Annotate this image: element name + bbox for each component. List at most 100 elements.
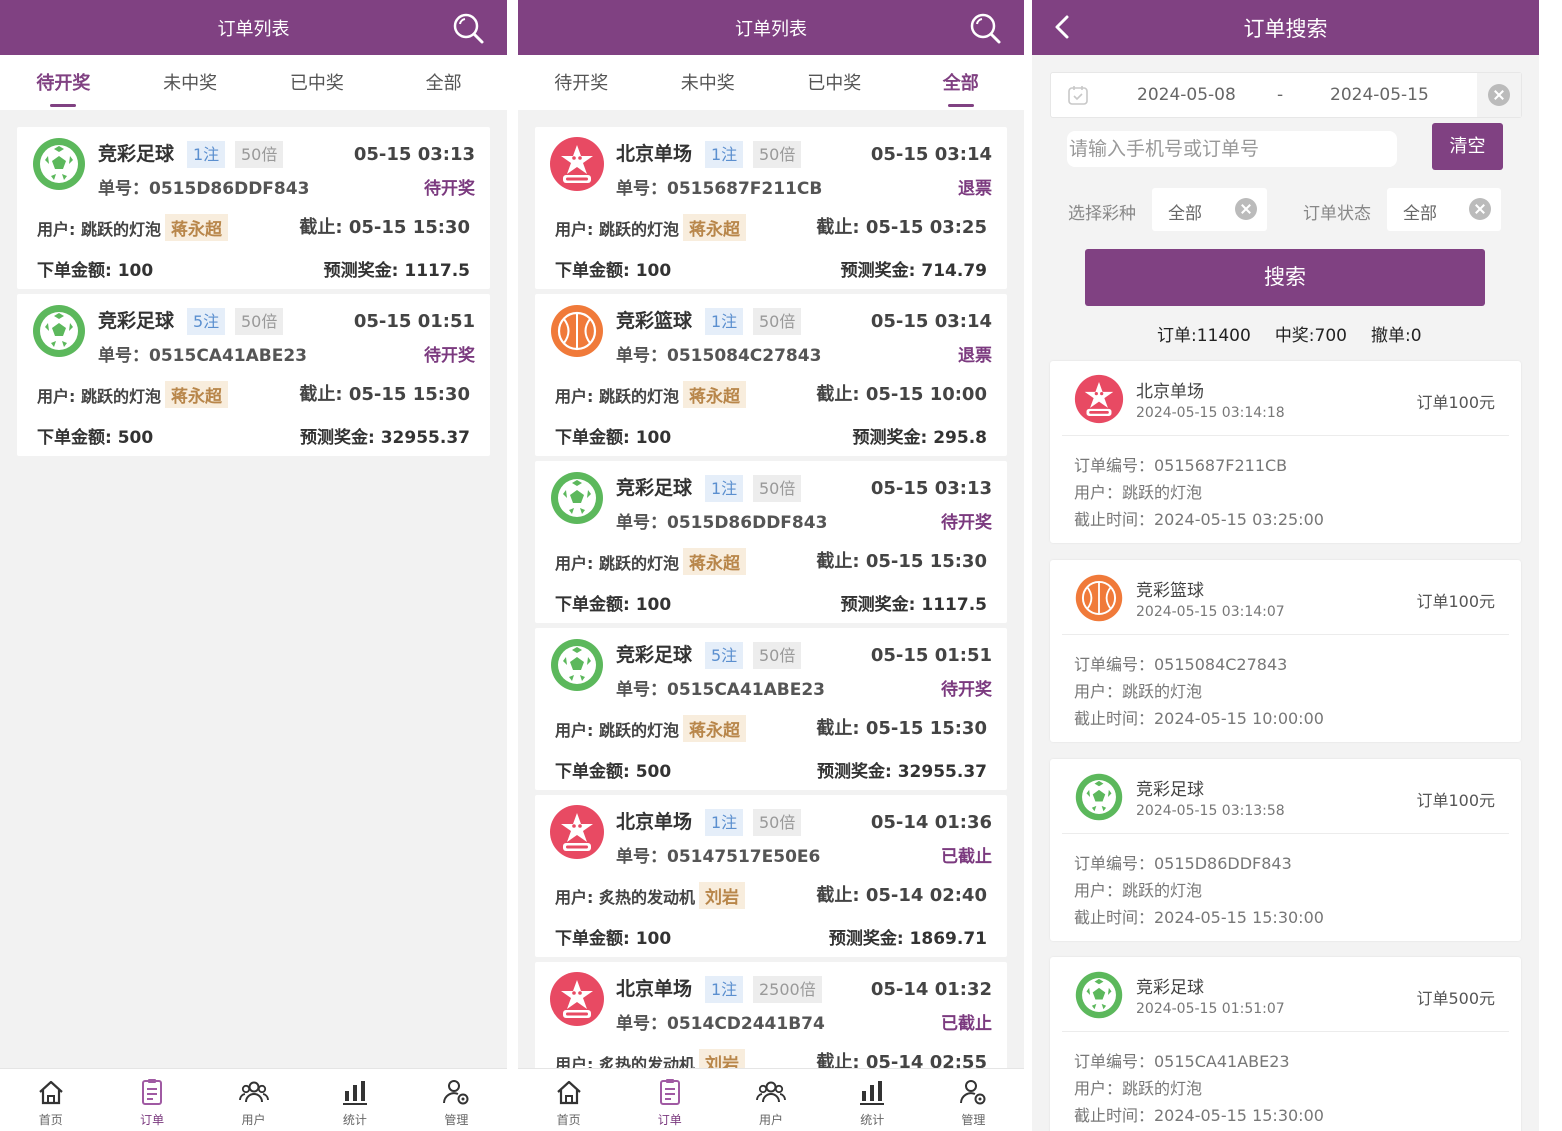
cancel-count: 撤单:0 [1371, 326, 1422, 346]
search-icon[interactable] [451, 11, 485, 45]
nav-item-home[interactable]: 首页 [0, 1069, 101, 1131]
status-badge: 待开奖 [941, 513, 992, 533]
divider [1062, 435, 1509, 436]
tab-all[interactable]: 全部 [380, 55, 507, 110]
nav-item-users[interactable]: 用户 [203, 1069, 304, 1131]
order-icon [659, 1079, 680, 1105]
predicted-prize: 预测奖金: 714.79 [840, 261, 987, 281]
football-icon [33, 138, 85, 190]
status-tabs: 待开奖 未中奖 已中奖 全部 [518, 55, 1024, 110]
nav-item-users[interactable]: 用户 [720, 1069, 821, 1131]
order-deadline: 截止: 05-15 03:25 [816, 217, 987, 238]
lottery-logo [1074, 374, 1124, 424]
lottery-logo [549, 136, 605, 192]
tab-all[interactable]: 全部 [898, 55, 1025, 110]
order-number: 单号：0514CD2441B74 [616, 1014, 825, 1034]
date-range-picker[interactable]: 2024-05-08 - 2024-05-15 [1050, 72, 1522, 118]
nav-item-stats[interactable]: 统计 [822, 1069, 923, 1131]
tab-pending[interactable]: 待开奖 [0, 55, 127, 110]
order-card[interactable]: 竞彩足球 1注 50倍 05-15 03:13 单号：0515D86DDF843 待开奖用… [535, 461, 1007, 623]
user-name: 用户: 跳跃的灯泡 [37, 386, 161, 406]
home-icon [556, 1080, 581, 1105]
result-card[interactable]: 竞彩足球 2024-05-15 01:51:07 订单500元 订单编号：0515CA… [1050, 957, 1521, 1131]
order-card[interactable]: 竞彩篮球 1注 50倍 05-15 03:14 单号：0515084C27843 退票 用户… [535, 294, 1007, 456]
lottery-logo [549, 470, 605, 526]
nav-item-stats[interactable]: 统计 [304, 1069, 405, 1131]
nav-item-manage[interactable]: 管理 [406, 1069, 507, 1131]
status-badge: 已截止 [941, 847, 992, 867]
order-user: 用户：跳跃的灯泡 [1074, 1079, 1203, 1098]
order-card[interactable]: 竞彩足球 1注 50倍 05-15 03:13 单号：0515D86DDF843 待开奖用… [17, 127, 490, 289]
bet-count-badge: 5注 [705, 642, 744, 669]
divider [1062, 634, 1509, 635]
order-time: 05-14 01:32 [870, 979, 992, 1000]
order-time: 2024-05-15 03:13:58 [1136, 803, 1285, 819]
order-list-panel-all: 订单列表 待开奖 未中奖 已中奖 全部 北京单场 1注 50倍 05-15 03:14… [518, 0, 1024, 1131]
nav-label: 订单 [657, 1113, 682, 1127]
status-select[interactable]: 全部 [1387, 188, 1501, 231]
order-count: 订单:11400 [1157, 326, 1251, 346]
order-search-panel: 订单搜索 2024-05-08 - 2024-05-15 清空 选择彩种 全部 … [1032, 0, 1539, 1131]
order-card[interactable]: 北京单场 1注 50倍 05-14 01:36 单号：05147517E50E6 已截止用… [535, 795, 1007, 957]
search-stats: 订单:11400 中奖:700 撤单:0 [1157, 321, 1422, 346]
tab-won[interactable]: 已中奖 [771, 55, 898, 110]
order-card[interactable]: 竞彩足球 5注 50倍 05-15 01:51 单号：0515CA41ABE23 待开奖用… [535, 628, 1007, 790]
order-amount: 订单100元 [1416, 791, 1495, 810]
order-list-panel-pending: 订单列表 待开奖 未中奖 已中奖 全部 竞彩足球 1注 50倍 05-15 03:13… [0, 0, 507, 1131]
multiplier-badge: 50倍 [753, 475, 802, 502]
lottery-select[interactable]: 全部 [1152, 188, 1267, 231]
back-arrow-icon[interactable] [1050, 13, 1074, 41]
date-clear-button[interactable] [1477, 73, 1521, 117]
lottery-name: 竞彩足球 [1136, 780, 1204, 800]
agent-tag: 蒋永超 [682, 715, 746, 742]
order-card[interactable]: 竞彩足球 5注 50倍 05-15 01:51 单号：0515CA41ABE23 待开奖用… [17, 294, 490, 456]
order-amount: 订单100元 [1416, 393, 1495, 412]
tab-won[interactable]: 已中奖 [254, 55, 381, 110]
order-time: 05-15 03:13 [870, 478, 992, 499]
search-input[interactable] [1067, 131, 1397, 167]
start-date[interactable]: 2024-05-08 [1137, 85, 1236, 105]
bet-count-badge: 1注 [705, 976, 744, 1003]
order-number: 单号：0515D86DDF843 [616, 513, 828, 533]
search-icon[interactable] [968, 11, 1002, 45]
order-amount: 下单金额: 100 [555, 929, 672, 949]
order-amount: 下单金额: 100 [555, 428, 672, 448]
nav-item-order[interactable]: 订单 [101, 1069, 202, 1131]
nav-item-order[interactable]: 订单 [619, 1069, 720, 1131]
header: 订单搜索 [1032, 0, 1539, 55]
order-user: 用户: 跳跃的灯泡 蒋永超 [37, 214, 228, 241]
clear-icon[interactable] [1469, 198, 1491, 220]
stats-icon [860, 1081, 885, 1105]
order-deadline: 截止时间：2024-05-15 15:30:00 [1074, 1106, 1324, 1125]
result-card[interactable]: 北京单场 2024-05-15 03:14:18 订单100元 订单编号：051568… [1050, 361, 1521, 543]
nav-item-manage[interactable]: 管理 [923, 1069, 1024, 1131]
football-icon [1075, 971, 1123, 1019]
nav-item-home[interactable]: 首页 [518, 1069, 619, 1131]
result-card[interactable]: 竞彩足球 2024-05-15 03:13:58 订单100元 订单编号：0515D8… [1050, 759, 1521, 941]
end-date[interactable]: 2024-05-15 [1330, 85, 1429, 105]
lottery-name: 北京单场 [616, 811, 693, 833]
tab-not-won[interactable]: 未中奖 [645, 55, 772, 110]
clear-button[interactable]: 清空 [1432, 123, 1503, 170]
result-card[interactable]: 竞彩篮球 2024-05-15 03:14:07 订单100元 订单编号：051508… [1050, 560, 1521, 742]
lottery-select-value: 全部 [1168, 204, 1202, 224]
predicted-prize: 预测奖金: 1869.71 [828, 929, 987, 949]
tab-pending[interactable]: 待开奖 [518, 55, 645, 110]
search-button[interactable]: 搜索 [1085, 249, 1485, 306]
agent-tag: 蒋永超 [682, 548, 746, 575]
agent-tag: 蒋永超 [164, 381, 228, 408]
lottery-logo [1074, 573, 1124, 623]
tab-not-won[interactable]: 未中奖 [127, 55, 254, 110]
status-filter-label: 订单状态 [1303, 204, 1371, 224]
multiplier-badge: 50倍 [753, 308, 802, 335]
bottom-nav: 首页 订单 用户 统计 管理 [0, 1068, 507, 1131]
nav-label: 管理 [444, 1113, 469, 1127]
order-amount: 订单500元 [1416, 989, 1495, 1008]
order-deadline: 截止: 05-15 10:00 [816, 384, 987, 405]
order-amount: 下单金额: 100 [555, 261, 672, 281]
basketball-icon [1075, 574, 1123, 622]
order-card[interactable]: 北京单场 1注 50倍 05-15 03:14 单号：0515687F211CB 退票 用户… [535, 127, 1007, 289]
clear-icon[interactable] [1235, 198, 1257, 220]
page-title: 订单列表 [735, 18, 807, 40]
football-icon [551, 472, 603, 524]
